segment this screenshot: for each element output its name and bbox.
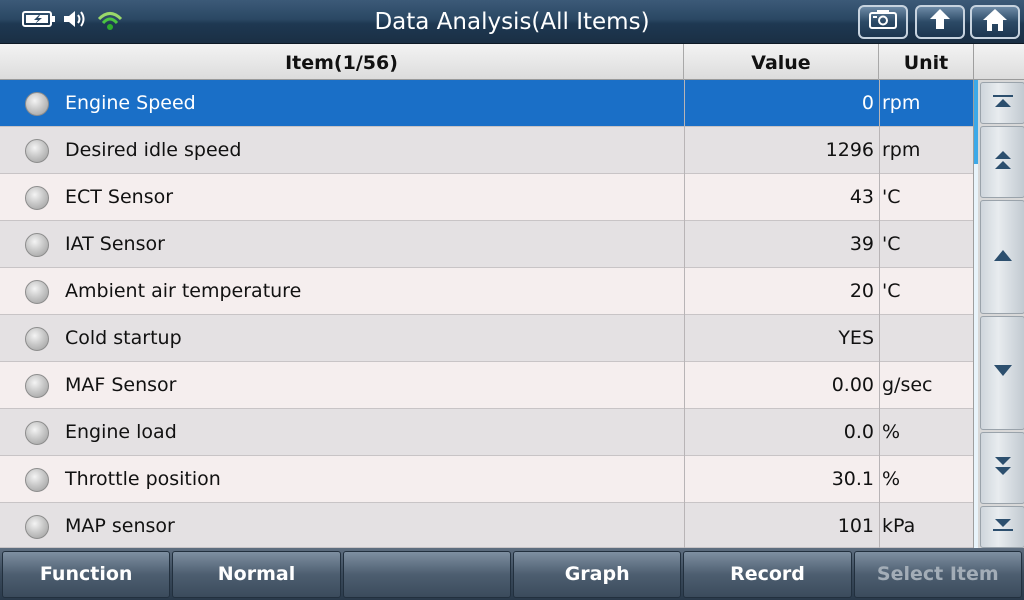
row-value: 0.00 [831, 374, 874, 396]
row-value: YES [838, 327, 874, 349]
scroll-bottom-button[interactable] [980, 506, 1024, 548]
line-down-icon [991, 363, 1015, 383]
row-unit: g/sec [882, 374, 933, 396]
row-name: Throttle position [65, 468, 221, 490]
bottom-toolbar: Function Normal Graph Record Select Item [0, 548, 1024, 600]
page-down-icon [991, 454, 1015, 482]
row-name: Ambient air temperature [65, 280, 302, 302]
row-name: MAP sensor [65, 515, 175, 537]
row-name: Engine load [65, 421, 177, 443]
table-row[interactable]: Engine load 0.0 % [0, 409, 973, 456]
scroll-panel [973, 44, 1024, 548]
row-unit: % [882, 468, 901, 490]
table-header: Item(1/56) Value Unit [0, 44, 973, 80]
row-unit: 'C [882, 280, 901, 302]
back-icon [926, 7, 954, 37]
table-row[interactable]: Engine Speed 0 rpm [0, 80, 973, 127]
row-name: IAT Sensor [65, 233, 165, 255]
table-row[interactable]: MAF Sensor 0.00 g/sec [0, 362, 973, 409]
row-unit: 'C [882, 186, 901, 208]
line-up-icon [991, 247, 1015, 267]
function-button[interactable]: Function [2, 551, 171, 598]
table-row[interactable]: IAT Sensor 39 'C [0, 221, 973, 268]
scroll-top-button[interactable] [980, 82, 1024, 124]
column-header-value: Value [684, 44, 879, 80]
row-unit [882, 315, 972, 362]
title-bar: Data Analysis(All Items) [0, 0, 1024, 44]
radio-icon[interactable] [25, 374, 49, 398]
row-name: ECT Sensor [65, 186, 174, 208]
row-unit: % [882, 421, 901, 443]
empty-button[interactable] [342, 551, 511, 598]
line-up-button[interactable] [980, 200, 1024, 314]
table-row[interactable]: Cold startup YES [0, 315, 973, 362]
row-name: Engine Speed [65, 92, 196, 114]
row-value: 1296 [825, 139, 874, 161]
home-button[interactable] [970, 5, 1020, 39]
table-row[interactable]: ECT Sensor 43 'C [0, 174, 973, 221]
column-header-item: Item(1/56) [0, 44, 684, 80]
radio-icon[interactable] [25, 280, 49, 304]
radio-icon[interactable] [25, 468, 49, 492]
screenshot-button[interactable] [858, 5, 908, 39]
table-row[interactable]: Throttle position 30.1 % [0, 456, 973, 503]
row-name: MAF Sensor [65, 374, 177, 396]
page-down-button[interactable] [980, 432, 1024, 504]
row-value: 43 [849, 186, 874, 208]
column-header-unit: Unit [903, 52, 949, 74]
row-unit: 'C [882, 233, 901, 255]
row-name: Desired idle speed [65, 139, 242, 161]
back-button[interactable] [915, 5, 965, 39]
row-value: 30.1 [831, 468, 874, 490]
table-row[interactable]: Ambient air temperature 20 'C [0, 268, 973, 315]
normal-button[interactable]: Normal [172, 551, 341, 598]
line-down-button[interactable] [980, 316, 1024, 430]
page-up-button[interactable] [980, 126, 1024, 198]
radio-icon[interactable] [25, 421, 49, 445]
row-value: 101 [837, 515, 874, 537]
row-value: 0 [861, 92, 874, 114]
radio-icon[interactable] [25, 92, 49, 116]
table-row[interactable]: MAP sensor 101 kPa [0, 503, 973, 550]
radio-icon[interactable] [25, 233, 49, 257]
radio-icon[interactable] [25, 139, 49, 163]
row-unit: kPa [882, 515, 916, 537]
scroll-top-icon [991, 93, 1015, 113]
page-up-icon [991, 148, 1015, 176]
row-unit: rpm [882, 139, 921, 161]
table-row[interactable]: Desired idle speed 1296 rpm [0, 127, 973, 174]
select-item-button[interactable]: Select Item [853, 551, 1022, 598]
row-value: 20 [849, 280, 874, 302]
scroll-bottom-icon [991, 517, 1015, 537]
row-unit: rpm [882, 92, 921, 114]
row-value: 39 [849, 233, 874, 255]
screenshot-icon [868, 9, 898, 35]
row-name: Cold startup [65, 327, 182, 349]
row-value: 0.0 [843, 421, 874, 443]
data-table: Item(1/56) Value Unit Engine Speed 0 rpm… [0, 44, 973, 550]
record-button[interactable]: Record [683, 551, 852, 598]
graph-button[interactable]: Graph [512, 551, 682, 598]
scrollbar-thumb[interactable] [974, 80, 978, 164]
radio-icon[interactable] [25, 327, 49, 351]
radio-icon[interactable] [25, 515, 49, 539]
radio-icon[interactable] [25, 186, 49, 210]
home-icon [981, 7, 1009, 37]
